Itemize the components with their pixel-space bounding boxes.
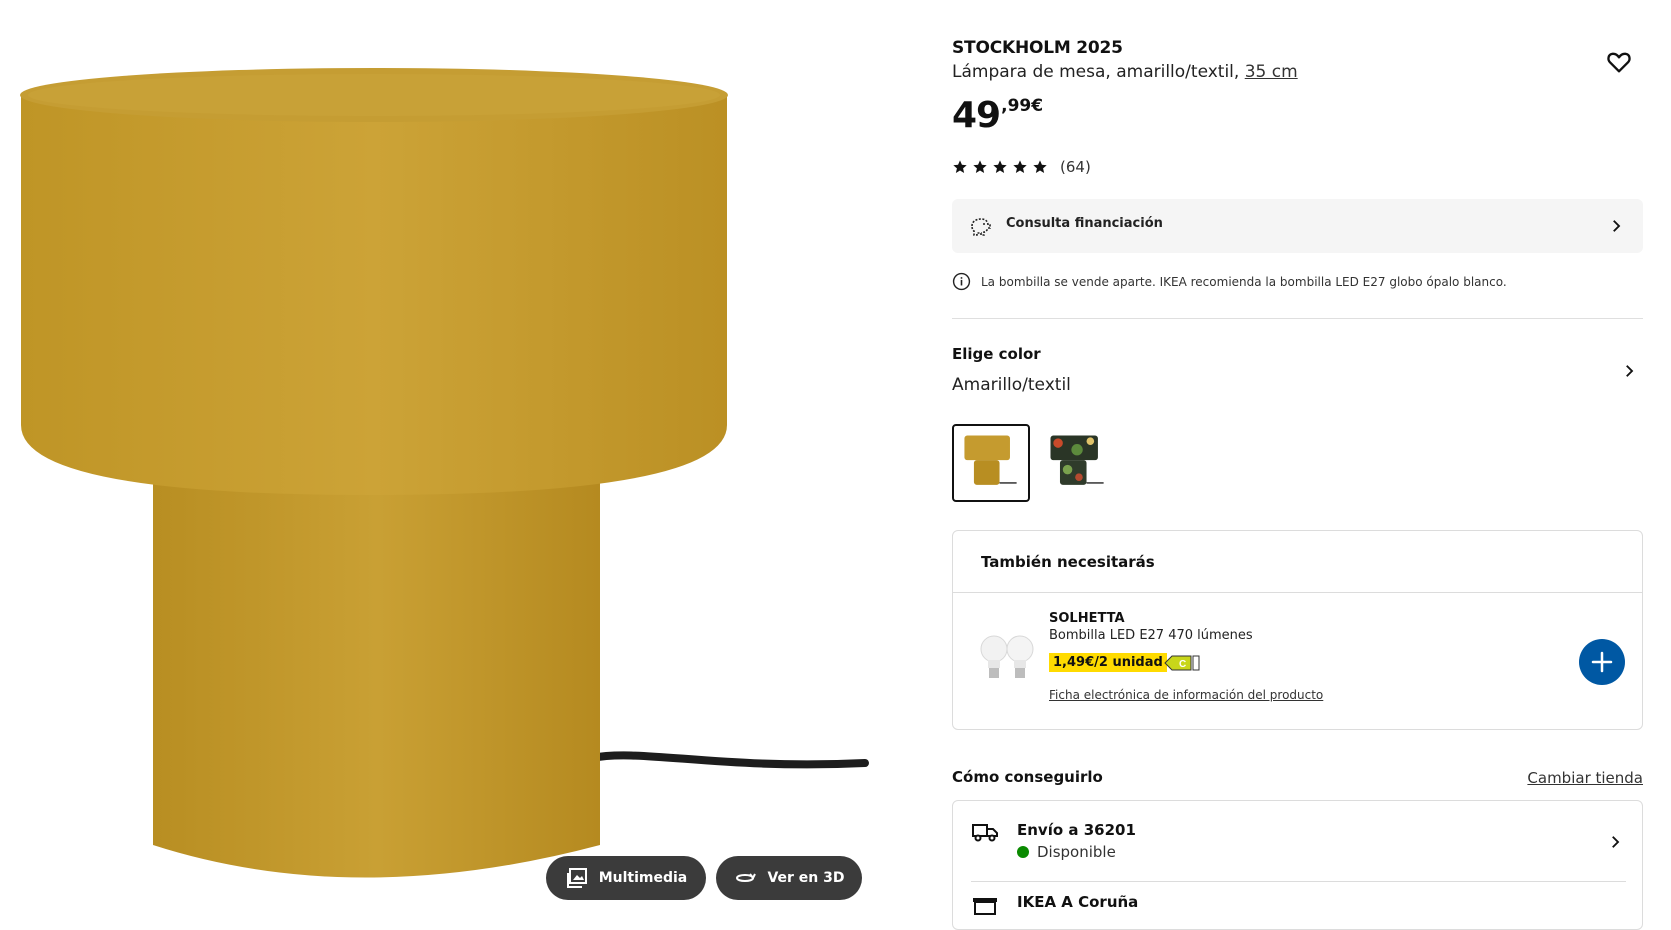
change-store-link[interactable]: Cambiar tienda bbox=[1527, 769, 1643, 787]
accessory-description: Bombilla LED E27 470 lúmenes bbox=[1049, 628, 1253, 643]
rotate-3d-icon bbox=[736, 873, 757, 882]
product-image-lamp bbox=[20, 68, 869, 878]
section-divider bbox=[952, 318, 1643, 319]
lamp-thumbnail bbox=[964, 435, 1017, 485]
view-3d-label: Ver en 3D bbox=[767, 870, 845, 886]
star-icon bbox=[973, 160, 987, 173]
chevron-right-icon bbox=[1613, 220, 1621, 232]
product-info-panel: STOCKHOLM 2025 Lámpara de mesa, amarillo… bbox=[952, 0, 1645, 930]
section-divider bbox=[971, 881, 1626, 882]
star-icon bbox=[1033, 160, 1047, 173]
led-bulbs-thumbnail bbox=[980, 635, 1034, 678]
product-image-gallery: Multimedia Ver en 3D bbox=[0, 0, 870, 902]
store-icon bbox=[973, 898, 997, 915]
product-price: 49 ,99€ bbox=[952, 96, 1043, 136]
product-description-text: Lámpara de mesa, amarillo/textil, bbox=[952, 62, 1240, 82]
price-decimal: ,99€ bbox=[1001, 96, 1044, 116]
color-swatch-yellow[interactable] bbox=[952, 424, 1030, 502]
bulb-notice: La bombilla se vende aparte. IKEA recomi… bbox=[952, 272, 1507, 291]
image-gallery-icon bbox=[566, 868, 587, 888]
shipping-status-text: Disponible bbox=[1037, 843, 1116, 861]
energy-label-icon: C bbox=[1164, 655, 1200, 671]
piggy-bank-icon bbox=[971, 218, 991, 236]
selected-color: Amarillo/textil bbox=[952, 375, 1071, 395]
price-integer: 49 bbox=[952, 95, 1001, 136]
lamp-thumbnail-pattern bbox=[1050, 435, 1104, 485]
truck-icon bbox=[972, 824, 998, 842]
store-name[interactable]: IKEA A Coruña bbox=[1017, 893, 1138, 911]
multimedia-label: Multimedia bbox=[598, 870, 688, 886]
rating-count: (64) bbox=[1060, 158, 1091, 176]
rating[interactable]: (64) bbox=[952, 158, 1091, 176]
chevron-right-icon[interactable] bbox=[1606, 833, 1624, 851]
info-icon bbox=[952, 272, 971, 291]
accessory-name: SOLHETTA bbox=[1049, 611, 1125, 626]
also-need-section: También necesitarás SOLHETTA Bombilla LE… bbox=[952, 530, 1643, 730]
chevron-right-icon[interactable] bbox=[1620, 362, 1638, 380]
size-link[interactable]: 35 cm bbox=[1245, 62, 1298, 82]
star-icon bbox=[993, 160, 1007, 173]
favorite-button[interactable] bbox=[1605, 48, 1633, 76]
star-icon bbox=[1013, 160, 1027, 173]
add-accessory-button[interactable] bbox=[1579, 639, 1625, 685]
shipping-title[interactable]: Envío a 36201 bbox=[1017, 821, 1136, 839]
product-info-link[interactable]: Ficha electrónica de información del pro… bbox=[1049, 688, 1323, 702]
color-swatch-pattern[interactable] bbox=[1039, 424, 1117, 502]
section-divider bbox=[953, 592, 1642, 593]
shipping-status: Disponible bbox=[1017, 843, 1116, 861]
availability-box: Envío a 36201 Disponible IKEA A Coruña bbox=[952, 800, 1643, 930]
multimedia-button[interactable]: Multimedia bbox=[546, 856, 706, 900]
product-description: Lámpara de mesa, amarillo/textil, 35 cm bbox=[952, 62, 1298, 82]
heart-icon bbox=[1607, 52, 1631, 73]
available-dot-icon bbox=[1017, 846, 1029, 858]
availability-title: Cómo conseguirlo bbox=[952, 768, 1103, 786]
color-section-title: Elige color bbox=[952, 345, 1041, 363]
energy-class-text: C bbox=[1179, 659, 1186, 670]
product-name: STOCKHOLM 2025 bbox=[952, 38, 1123, 58]
also-need-title: También necesitarás bbox=[981, 553, 1155, 571]
financing-button[interactable]: Consulta financiación bbox=[952, 199, 1643, 253]
view-3d-button[interactable]: Ver en 3D bbox=[716, 856, 862, 900]
financing-label: Consulta financiación bbox=[1006, 216, 1163, 231]
bulb-notice-text: La bombilla se vende aparte. IKEA recomi… bbox=[981, 274, 1507, 289]
star-icon bbox=[953, 160, 967, 173]
accessory-price: 1,49€/2 unidad bbox=[1049, 653, 1167, 672]
plus-icon bbox=[1591, 651, 1613, 673]
